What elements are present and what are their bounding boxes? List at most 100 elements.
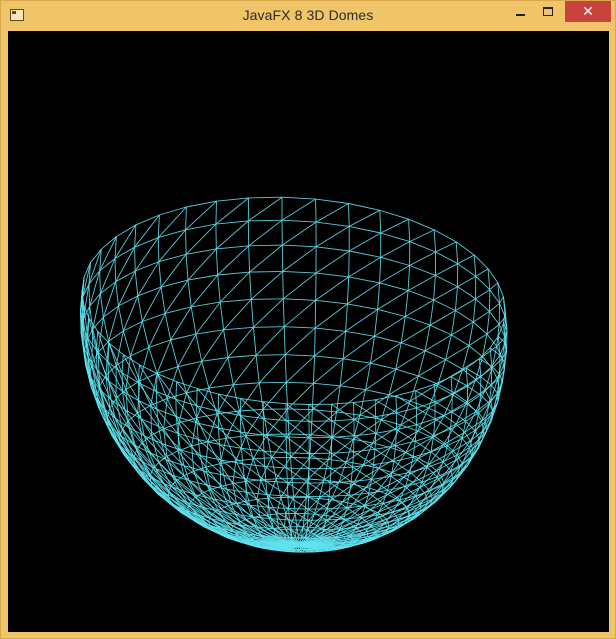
mesh-longitude-edge	[352, 451, 355, 468]
mesh-diagonal-edge	[451, 321, 474, 336]
mesh-longitude-edge	[355, 517, 362, 528]
mesh-latitude-edge	[340, 385, 366, 391]
mesh-longitude-edge	[121, 354, 124, 373]
mesh-latitude-edge	[249, 270, 283, 273]
mesh-longitude-edge	[450, 310, 456, 335]
mesh-latitude-edge	[450, 367, 467, 378]
mesh-longitude-edge	[404, 290, 409, 317]
mesh-longitude-edge	[283, 326, 286, 355]
mesh-latitude-edge	[433, 376, 452, 385]
mesh-longitude-edge	[286, 482, 289, 497]
mesh-latitude-edge	[424, 350, 446, 361]
mesh-diagonal-edge	[433, 384, 453, 395]
title-bar[interactable]: JavaFX 8 3D Domes ✕	[1, 1, 615, 31]
mesh-longitude-edge	[377, 282, 381, 310]
mesh-longitude-edge	[311, 383, 314, 410]
mesh-longitude-edge	[307, 509, 309, 521]
mesh-diagonal-edge	[307, 459, 329, 480]
mesh-diagonal-edge	[92, 293, 101, 330]
mesh-latitude-edge	[283, 298, 316, 301]
mesh-longitude-edge	[433, 229, 437, 253]
mesh-diagonal-edge	[263, 434, 287, 454]
maximize-icon[interactable]	[534, 1, 561, 22]
mesh-diagonal-edge	[219, 444, 243, 465]
mesh-latitude-edge	[433, 229, 457, 243]
mesh-diagonal-edge	[451, 394, 468, 405]
mesh-latitude-edge	[177, 360, 202, 368]
mesh-longitude-edge	[284, 354, 287, 383]
mesh-longitude-edge	[465, 403, 468, 422]
mesh-latitude-edge	[304, 513, 315, 515]
mesh-diagonal-edge	[158, 229, 186, 262]
mesh-latitude-edge	[395, 440, 416, 447]
mesh-diagonal-edge	[308, 437, 332, 454]
mesh-latitude-edge	[315, 221, 350, 227]
mesh-latitude-edge	[390, 447, 406, 454]
mesh-longitude-edge	[195, 334, 203, 362]
mesh-diagonal-edge	[156, 339, 172, 374]
mesh-latitude-edge	[466, 358, 480, 369]
mesh-latitude-edge	[331, 451, 354, 454]
minimize-icon[interactable]	[507, 1, 534, 22]
mesh-latitude-edge	[415, 383, 435, 392]
close-button[interactable]: ✕	[565, 1, 611, 22]
mesh-longitude-edge	[433, 384, 436, 402]
mesh-longitude-edge	[365, 363, 371, 390]
mesh-latitude-edge	[416, 418, 436, 426]
mesh-latitude-edge	[377, 308, 406, 317]
mesh-diagonal-edge	[285, 403, 310, 422]
mesh-latitude-edge	[331, 402, 354, 405]
mesh-latitude-edge	[186, 200, 217, 208]
mesh-longitude-edge	[450, 376, 453, 395]
mesh-diagonal-edge	[252, 434, 268, 460]
3d-scene-viewport[interactable]	[8, 31, 609, 632]
mesh-diagonal-edge	[331, 420, 355, 437]
mesh-longitude-edge	[428, 383, 439, 409]
mesh-diagonal-edge	[286, 467, 310, 484]
mesh-longitude-edge	[122, 330, 131, 357]
mesh-diagonal-edge	[262, 382, 287, 410]
mesh-diagonal-edge	[348, 256, 381, 278]
mesh-latitude-edge	[435, 274, 458, 288]
mesh-latitude-edge	[263, 401, 287, 405]
mesh-latitude-edge	[278, 526, 285, 529]
mesh-latitude-edge	[457, 263, 477, 277]
mesh-diagonal-edge	[250, 271, 283, 300]
mesh-longitude-edge	[454, 286, 458, 311]
mesh-diagonal-edge	[315, 203, 349, 223]
mesh-diagonal-edge	[314, 303, 348, 329]
mesh-latitude-edge	[419, 487, 425, 494]
mesh-latitude-edge	[223, 326, 254, 331]
mesh-latitude-edge	[331, 516, 340, 519]
mesh-diagonal-edge	[122, 295, 139, 332]
mesh-longitude-edge	[330, 453, 332, 469]
mesh-longitude-edge	[353, 402, 355, 420]
mesh-diagonal-edge	[454, 379, 477, 394]
mesh-diagonal-edge	[227, 327, 254, 358]
mesh-latitude-edge	[285, 354, 315, 357]
mesh-diagonal-edge	[312, 385, 341, 411]
mesh-diagonal-edge	[219, 271, 250, 303]
mesh-latitude-edge	[287, 482, 309, 484]
mesh-diagonal-edge	[248, 219, 283, 247]
mesh-diagonal-edge	[435, 241, 457, 253]
mesh-diagonal-edge	[374, 399, 397, 414]
mesh-diagonal-edge	[217, 245, 250, 276]
mesh-diagonal-edge	[377, 290, 409, 310]
mesh-latitude-edge	[455, 310, 474, 323]
mesh-longitude-edge	[258, 382, 264, 410]
mesh-latitude-edge	[217, 271, 250, 276]
mesh-longitude-edge	[370, 336, 375, 364]
mesh-latitude-edge	[433, 299, 456, 311]
mesh-longitude-edge	[185, 254, 189, 281]
mesh-longitude-edge	[148, 347, 158, 374]
mesh-longitude-edge	[88, 283, 91, 307]
mesh-latitude-edge	[475, 298, 490, 312]
mesh-longitude-edge	[472, 298, 476, 323]
mesh-diagonal-edge	[315, 276, 349, 301]
mesh-latitude-edge	[315, 198, 349, 204]
mesh-diagonal-edge	[201, 329, 224, 362]
mesh-diagonal-edge	[409, 229, 435, 243]
mesh-longitude-edge	[215, 201, 217, 225]
mesh-longitude-edge	[415, 390, 417, 408]
